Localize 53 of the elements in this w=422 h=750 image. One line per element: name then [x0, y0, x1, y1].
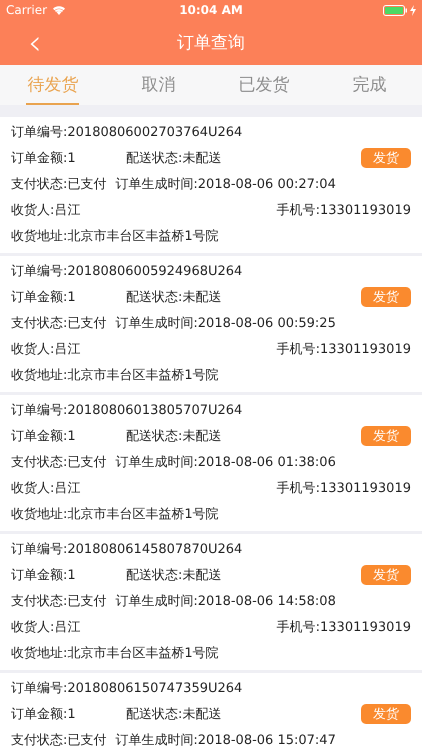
order-created-time: 订单生成时间:2018-08-06 00:59:25	[115, 315, 336, 332]
order-created-time: 订单生成时间:2018-08-06 01:38:06	[115, 454, 336, 471]
shipping-address: 收货地址:北京市丰台区丰益桥1号院	[11, 506, 219, 523]
delivery-status: 配送状态:未配送	[126, 289, 222, 306]
tab[interactable]: 待发货	[26, 65, 80, 105]
carrier-name: Carrier	[6, 3, 48, 17]
shipping-address: 收货地址:北京市丰台区丰益桥1号院	[11, 228, 219, 245]
order-created-time: 订单生成时间:2018-08-06 00:27:04	[115, 176, 336, 193]
shipping-address: 收货地址:北京市丰台区丰益桥1号院	[11, 367, 219, 384]
consignee-name: 收货人:吕江	[11, 480, 80, 497]
phone-number: 手机号:13301193019	[276, 619, 411, 636]
wifi-icon	[52, 5, 66, 15]
tab[interactable]: 已发货	[237, 65, 290, 105]
ship-button[interactable]: 发货	[361, 426, 411, 446]
order-created-time: 订单生成时间:2018-08-06 15:07:47	[115, 732, 336, 749]
order-number: 订单编号:20180806002703764U264	[11, 124, 242, 141]
delivery-status: 配送状态:未配送	[126, 706, 222, 723]
payment-status: 支付状态:已支付	[11, 454, 106, 471]
ship-button[interactable]: 发货	[361, 148, 411, 168]
delivery-status: 配送状态:未配送	[126, 428, 222, 445]
order-amount: 订单金额:1	[11, 428, 77, 445]
order-number: 订单编号:20180806013805707U264	[11, 402, 242, 419]
page-title: 订单查询	[177, 32, 245, 54]
order-number: 订单编号:20180806005924968U264	[11, 263, 242, 280]
battery-icon	[383, 4, 408, 16]
phone-number: 手机号:13301193019	[276, 202, 411, 219]
phone-number: 手机号:13301193019	[276, 341, 411, 358]
clock-time: 10:04 AM	[179, 3, 243, 17]
consignee-name: 收货人:吕江	[11, 619, 80, 636]
delivery-status: 配送状态:未配送	[126, 150, 222, 167]
order-amount: 订单金额:1	[11, 567, 77, 584]
ship-button[interactable]: 发货	[361, 704, 411, 724]
ship-button[interactable]: 发货	[361, 565, 411, 585]
order-created-time: 订单生成时间:2018-08-06 14:58:08	[115, 593, 336, 610]
charging-icon	[410, 4, 416, 16]
payment-status: 支付状态:已支付	[11, 176, 106, 193]
consignee-name: 收货人:吕江	[11, 341, 80, 358]
payment-status: 支付状态:已支付	[11, 315, 106, 332]
back-button[interactable]: ‹	[22, 26, 48, 60]
order-number: 订单编号:20180806150747359U264	[11, 680, 242, 697]
tab[interactable]: 完成	[351, 65, 388, 105]
delivery-status: 配送状态:未配送	[126, 567, 222, 584]
payment-status: 支付状态:已支付	[11, 732, 106, 749]
tab[interactable]: 取消	[140, 65, 176, 105]
consignee-name: 收货人:吕江	[11, 202, 80, 219]
shipping-address: 收货地址:北京市丰台区丰益桥1号院	[11, 645, 219, 662]
order-number: 订单编号:20180806145807870U264	[11, 541, 242, 558]
order-amount: 订单金额:1	[11, 289, 77, 306]
ship-button[interactable]: 发货	[361, 287, 411, 307]
order-amount: 订单金额:1	[11, 706, 77, 723]
phone-number: 手机号:13301193019	[276, 480, 411, 497]
payment-status: 支付状态:已支付	[11, 593, 106, 610]
order-amount: 订单金额:1	[11, 150, 77, 167]
